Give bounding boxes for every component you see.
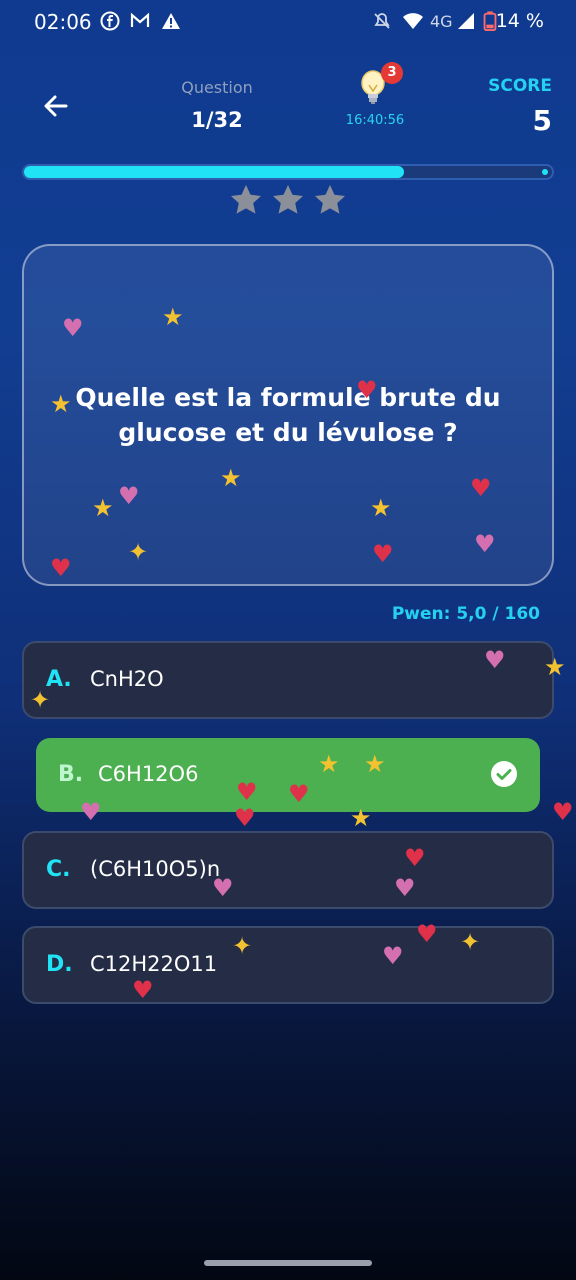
confetti-piece: ✦ xyxy=(232,932,253,960)
answer-text: C6H12O6 xyxy=(98,762,199,786)
star-icon xyxy=(273,185,303,214)
confetti-piece: ♥ xyxy=(118,482,140,510)
confetti-piece: ♥ xyxy=(50,554,72,582)
check-circle-icon xyxy=(491,761,517,787)
status-time: 02:06 xyxy=(34,10,92,34)
score-label: SCORE xyxy=(488,76,552,96)
confetti-piece: ♥ xyxy=(394,874,416,902)
question-progress: 1/32 xyxy=(191,108,243,132)
confetti-piece: ✦ xyxy=(30,686,51,714)
question-label: Question xyxy=(181,78,253,97)
confetti-piece: ★ xyxy=(364,750,386,778)
confetti-piece: ♥ xyxy=(356,376,378,404)
confetti-piece: ♥ xyxy=(288,780,310,808)
confetti-piece: ♥ xyxy=(80,798,102,826)
status-bar: 02:06 4G 14 % xyxy=(0,0,576,44)
answer-option-c[interactable]: C. (C6H10O5)n xyxy=(22,831,554,909)
progress-end-dot xyxy=(542,169,548,175)
confetti-piece: ★ xyxy=(50,390,72,418)
wifi-icon xyxy=(403,13,423,29)
progress-bar xyxy=(22,164,554,180)
warning-icon xyxy=(162,13,180,29)
confetti-piece: ♥ xyxy=(404,844,426,872)
question-text: Quelle est la formule brute du glucose e… xyxy=(75,383,501,447)
confetti-piece: ★ xyxy=(350,804,372,832)
network-type: 4G xyxy=(430,12,453,31)
answer-letter: D. xyxy=(46,952,73,977)
confetti-piece: ★ xyxy=(318,750,340,778)
points-text: Pwen: 5,0 / 160 xyxy=(391,604,540,624)
battery-percent: 14 % xyxy=(495,10,544,32)
answer-option-a[interactable]: A. CnH2O xyxy=(22,641,554,719)
confetti-piece: ♥ xyxy=(474,530,496,558)
facebook-icon xyxy=(100,11,120,31)
confetti-piece: ★ xyxy=(220,464,242,492)
confetti-piece: ♥ xyxy=(212,874,234,902)
confetti-piece: ♥ xyxy=(484,646,506,674)
answer-text: CnH2O xyxy=(90,667,164,691)
gmail-icon xyxy=(130,12,150,27)
star-icon xyxy=(315,185,345,214)
confetti-piece: ♥ xyxy=(62,314,84,342)
confetti-piece: ✦ xyxy=(128,538,149,566)
hint-count-badge: 3 xyxy=(381,62,403,84)
confetti-piece: ♥ xyxy=(470,474,492,502)
confetti-piece: ♥ xyxy=(372,540,394,568)
confetti-piece: ★ xyxy=(544,653,566,681)
confetti-piece: ♥ xyxy=(416,920,438,948)
star-icon xyxy=(231,185,261,214)
answer-text: C12H22O11 xyxy=(90,952,218,976)
confetti-piece: ✦ xyxy=(460,928,481,956)
back-arrow-icon[interactable] xyxy=(40,90,72,122)
confetti-piece: ♥ xyxy=(236,778,258,806)
star-rating xyxy=(228,182,350,218)
signal-icon xyxy=(458,13,474,29)
confetti-piece: ♥ xyxy=(132,976,154,1004)
confetti-piece: ★ xyxy=(92,494,114,522)
confetti-piece: ★ xyxy=(162,303,184,331)
progress-fill xyxy=(24,166,405,178)
confetti-piece: ♥ xyxy=(382,942,404,970)
answer-text: (C6H10O5)n xyxy=(90,857,221,881)
answer-letter: C. xyxy=(46,857,71,882)
confetti-piece: ★ xyxy=(370,494,392,522)
score-value: 5 xyxy=(532,104,552,137)
mute-icon xyxy=(374,13,390,29)
confetti-piece: ♥ xyxy=(234,804,256,832)
confetti-piece: ♥ xyxy=(552,798,574,826)
timer: 16:40:56 xyxy=(345,113,405,128)
answer-letter: B. xyxy=(58,762,84,787)
gesture-nav-bar[interactable] xyxy=(204,1260,372,1266)
